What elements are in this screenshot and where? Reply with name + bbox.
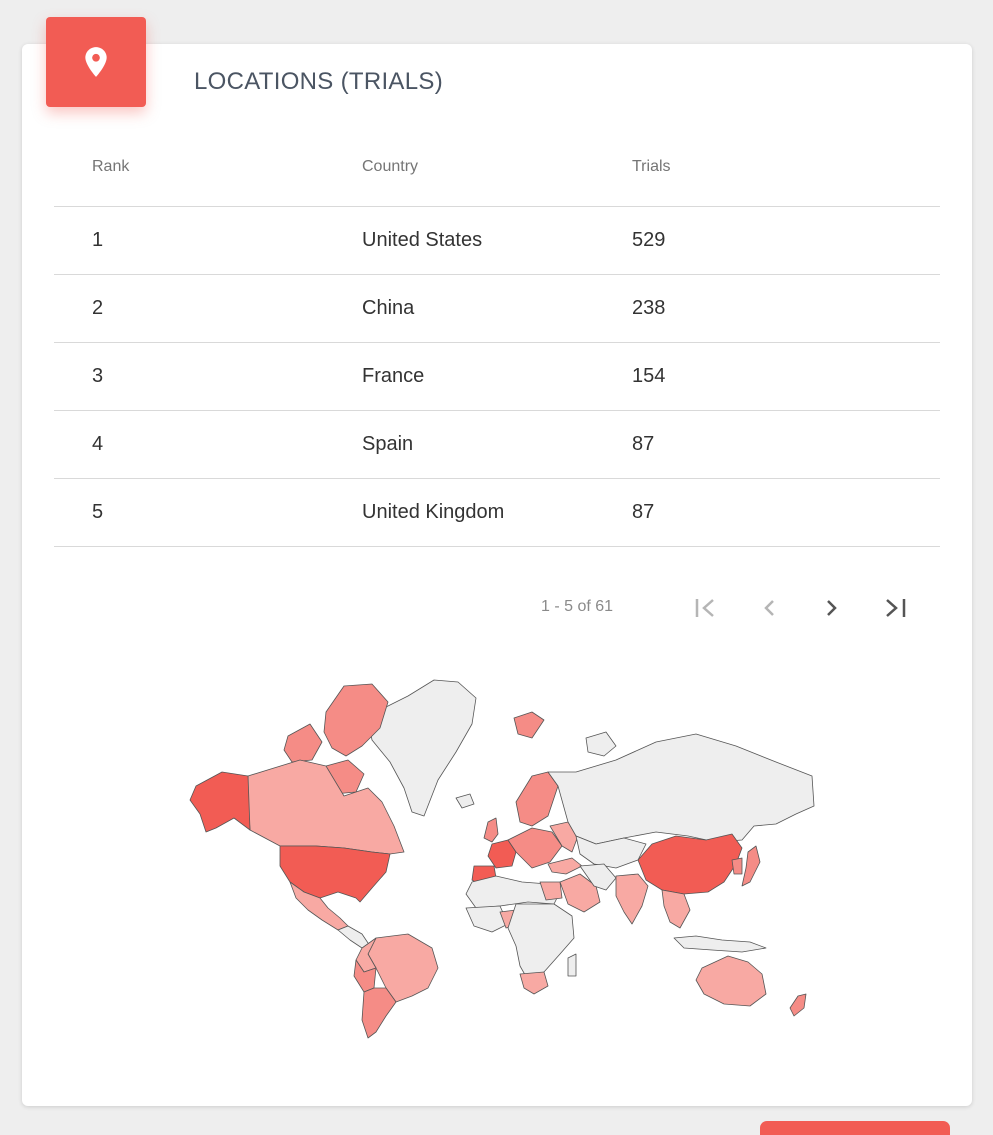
locations-table: Rank Country Trials 1 United States 529 … (54, 140, 940, 547)
cell-rank: 5 (92, 501, 104, 523)
world-map-svg (189, 679, 815, 1039)
cell-trials: 529 (632, 229, 666, 251)
country-argentina-chile[interactable] (361, 987, 397, 1039)
cell-rank: 1 (92, 229, 104, 251)
cell-country: China (362, 297, 415, 319)
previous-page-icon (764, 600, 774, 616)
country-south-africa[interactable] (519, 971, 549, 995)
first-page-button[interactable] (690, 592, 722, 624)
country-central-asia[interactable] (575, 835, 647, 869)
table-row: 2 China 238 (54, 275, 940, 343)
country-russia-island[interactable] (585, 731, 617, 757)
column-header-country[interactable]: Country (362, 158, 418, 176)
previous-page-button[interactable] (753, 592, 785, 624)
cell-country: Spain (362, 433, 414, 455)
next-page-button[interactable] (816, 592, 848, 624)
country-central-america[interactable] (337, 925, 371, 949)
country-svalbard[interactable] (513, 711, 545, 739)
country-alaska[interactable] (189, 771, 251, 833)
cell-trials: 87 (632, 433, 655, 455)
table-row: 4 Spain 87 (54, 411, 940, 479)
country-japan[interactable] (741, 845, 761, 887)
cell-country: France (362, 365, 425, 387)
cell-rank: 2 (92, 297, 104, 319)
country-china[interactable] (637, 833, 743, 895)
cell-trials: 154 (632, 365, 666, 387)
country-madagascar[interactable] (567, 953, 577, 977)
card-header-icon (46, 17, 146, 107)
cell-rank: 4 (92, 433, 104, 455)
floating-action-button[interactable] (760, 1121, 950, 1135)
country-india[interactable] (615, 873, 649, 925)
country-canada-islands[interactable] (283, 723, 323, 763)
country-korea[interactable] (731, 857, 743, 875)
country-australia[interactable] (695, 955, 767, 1007)
country-central-europe[interactable] (507, 827, 563, 869)
country-indonesia[interactable] (673, 935, 767, 953)
country-west-africa[interactable] (465, 905, 509, 933)
location-pin-icon (85, 47, 107, 77)
table-header: Rank Country Trials (54, 140, 940, 207)
table-row: 3 France 154 (54, 343, 940, 411)
country-southeast-asia[interactable] (661, 889, 691, 929)
country-united-kingdom[interactable] (483, 817, 499, 843)
cell-country: United Kingdom (362, 501, 505, 523)
cell-country: United States (362, 229, 483, 251)
pagination-range-label: 1 - 5 of 61 (541, 598, 614, 615)
cell-trials: 238 (632, 297, 666, 319)
country-iceland[interactable] (455, 793, 475, 809)
cell-trials: 87 (632, 501, 655, 523)
table-pagination: 1 - 5 of 61 (0, 588, 993, 632)
country-turkey[interactable] (547, 857, 583, 875)
country-scandinavia[interactable] (515, 771, 559, 827)
country-new-zealand[interactable] (789, 993, 807, 1017)
table-row: 5 United Kingdom 87 (54, 479, 940, 547)
next-page-icon (827, 600, 837, 616)
cell-rank: 3 (92, 365, 104, 387)
column-header-rank[interactable]: Rank (92, 158, 129, 176)
country-central-east-africa[interactable] (507, 903, 575, 981)
country-canada[interactable] (247, 759, 405, 855)
card-title: LOCATIONS (TRIALS) (194, 68, 443, 95)
world-map (176, 676, 816, 1041)
table-row: 1 United States 529 (54, 207, 940, 275)
last-page-icon (886, 599, 906, 617)
last-page-button[interactable] (879, 592, 911, 624)
first-page-icon (695, 599, 714, 617)
column-header-trials[interactable]: Trials (632, 158, 671, 176)
